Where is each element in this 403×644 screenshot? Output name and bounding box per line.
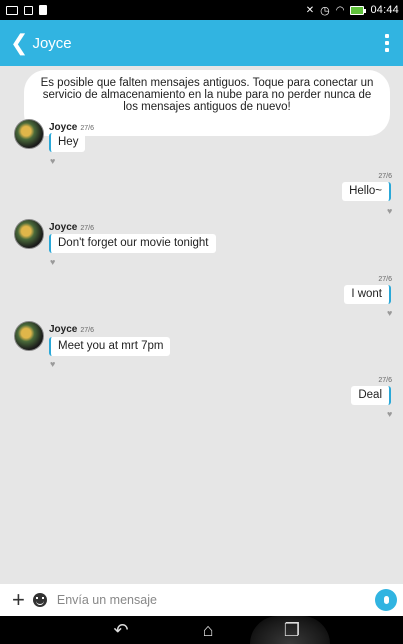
navigation-bar: ↶ ⌂ ❐ xyxy=(0,616,403,644)
conversation-title: Joyce xyxy=(32,34,72,52)
home-nav-icon[interactable]: ⌂ xyxy=(188,618,228,642)
avatar[interactable] xyxy=(14,219,44,249)
message-meta: Joyce 27/6 xyxy=(49,324,94,335)
heart-icon[interactable]: ♥ xyxy=(50,360,58,369)
outgoing-message[interactable]: Hello~ xyxy=(342,182,391,201)
mic-button[interactable] xyxy=(375,589,397,611)
heart-icon[interactable]: ♥ xyxy=(387,410,395,419)
message-date: 27/6 xyxy=(378,377,392,384)
message-date: 27/6 xyxy=(378,173,392,180)
avatar[interactable] xyxy=(14,119,44,149)
message-composer: + xyxy=(0,584,403,616)
screenshot-icon xyxy=(6,5,18,15)
message-date: 27/6 xyxy=(378,276,392,283)
incoming-message[interactable]: Meet you at mrt 7pm xyxy=(49,337,171,356)
overflow-menu-icon[interactable] xyxy=(381,28,393,58)
sd-card-icon xyxy=(24,5,33,15)
outgoing-message[interactable]: I wont xyxy=(344,285,391,304)
recent-apps-icon[interactable]: ❐ xyxy=(272,618,312,642)
clock: 04:44 xyxy=(370,4,399,16)
emoji-icon[interactable] xyxy=(32,593,47,607)
mute-icon: ✕ xyxy=(305,4,315,16)
plus-icon[interactable]: + xyxy=(12,589,25,611)
message-meta: Joyce 27/6 xyxy=(49,122,94,133)
heart-icon[interactable]: ♥ xyxy=(50,258,58,267)
message-meta: Joyce 27/6 xyxy=(49,222,94,233)
chevron-left-icon[interactable]: ❮ xyxy=(10,32,28,54)
battery-icon xyxy=(350,5,367,15)
back-nav-icon[interactable]: ↶ xyxy=(101,618,141,642)
outgoing-message[interactable]: Deal xyxy=(351,386,391,405)
app-bar: ❮ Joyce xyxy=(0,20,403,66)
heart-icon[interactable]: ♥ xyxy=(387,309,395,318)
status-bar: ✕ ◷ ◠ 04:44 xyxy=(0,0,403,20)
mic-icon xyxy=(383,596,389,604)
incoming-message[interactable]: Hey xyxy=(49,133,86,152)
heart-icon[interactable]: ♥ xyxy=(50,157,58,166)
incoming-message[interactable]: Don't forget our movie tonight xyxy=(49,234,216,253)
avatar[interactable] xyxy=(14,321,44,351)
alarm-icon: ◷ xyxy=(320,4,330,17)
chat-area[interactable]: Es posible que falten mensajes antiguos.… xyxy=(0,66,403,584)
message-input[interactable] xyxy=(56,593,375,607)
document-icon xyxy=(39,5,47,15)
wifi-icon: ◠ xyxy=(335,4,345,16)
heart-icon[interactable]: ♥ xyxy=(387,207,395,216)
